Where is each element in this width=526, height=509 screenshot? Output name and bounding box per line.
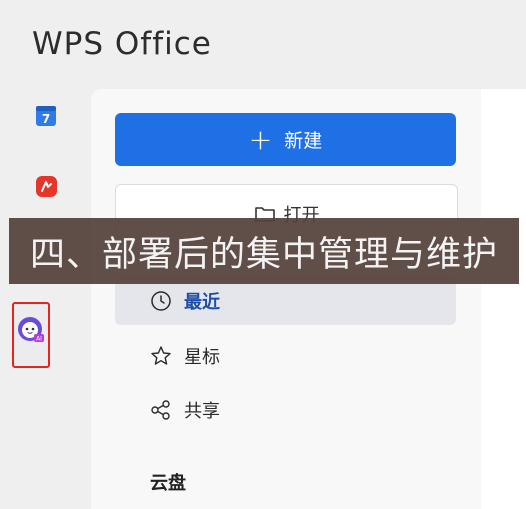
- nav-item-starred[interactable]: 星标: [150, 344, 220, 368]
- new-button[interactable]: + 新建: [115, 113, 456, 166]
- calendar-icon[interactable]: 7: [35, 105, 57, 127]
- star-icon: [151, 346, 171, 365]
- caption-text: 四、部署后的集中管理与维护: [29, 234, 498, 275]
- nav-item-starred-label: 星标: [184, 347, 220, 368]
- caption-banner: 四、部署后的集中管理与维护: [9, 218, 519, 284]
- ai-badge-text: AI: [36, 336, 42, 343]
- ai-assistant-icon[interactable]: AI: [17, 316, 45, 344]
- plus-icon: +: [248, 122, 273, 156]
- content-area: [481, 89, 526, 509]
- nav-item-recent[interactable]: 最近: [150, 289, 220, 313]
- nav-item-shared-label: 共享: [184, 401, 220, 422]
- pdf-icon[interactable]: [35, 175, 58, 198]
- section-title-cloud: 云盘: [150, 473, 186, 494]
- share-icon: [151, 400, 170, 420]
- new-button-label: 新建: [284, 130, 323, 152]
- nav-item-recent-label: 最近: [184, 292, 220, 313]
- app-logo-title: WPS Office: [32, 26, 212, 62]
- left-sidebar: [0, 88, 90, 500]
- nav-item-shared[interactable]: 共享: [150, 398, 220, 422]
- calendar-icon-day: 7: [42, 112, 50, 126]
- clock-icon: [151, 291, 171, 311]
